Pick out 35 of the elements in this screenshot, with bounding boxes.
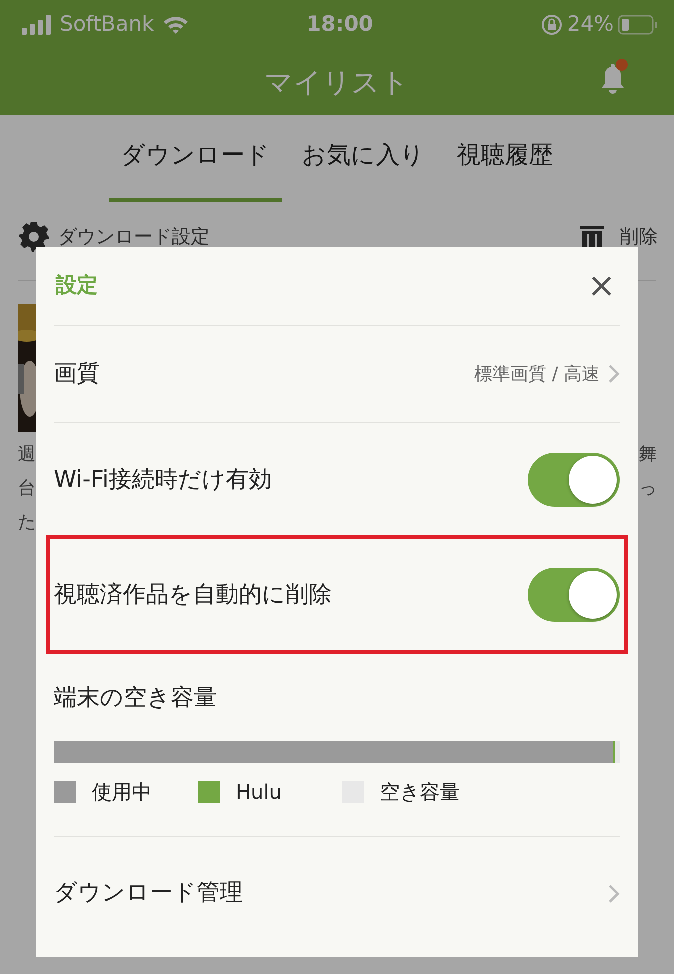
setting-label: Wi-Fi接続時だけ有効: [54, 466, 272, 495]
signal-icon: [22, 15, 52, 35]
delete-link[interactable]: 削除: [620, 222, 658, 252]
toggle-switch[interactable]: [528, 568, 620, 622]
description-text: た: [18, 511, 36, 535]
page-title: マイリスト: [264, 64, 410, 100]
chevron-right-icon[interactable]: [608, 884, 620, 904]
legend-label: Hulu: [236, 779, 282, 806]
setting-value: 標準画質 / 高速: [474, 362, 600, 386]
carrier-name: SoftBank: [60, 11, 154, 38]
tab[interactable]: お気に入り: [290, 115, 437, 202]
close-button[interactable]: ×: [586, 269, 618, 303]
description-text: っ: [639, 477, 657, 501]
battery-percent: 24%: [567, 11, 614, 38]
description-text: 台: [18, 477, 36, 501]
toggle-switch[interactable]: [528, 453, 620, 507]
setting-label: 端末の空き容量: [54, 684, 218, 713]
chevron-right-icon[interactable]: [608, 364, 620, 384]
setting-label: 視聴済作品を自動的に削除: [54, 580, 332, 610]
tab[interactable]: 視聴履歴: [445, 115, 565, 202]
rotation-lock-icon: [541, 14, 564, 36]
setting-label: ダウンロード管理: [54, 879, 243, 908]
clock: 18:00: [306, 11, 374, 38]
description-text: 舞: [639, 443, 657, 467]
download-settings-link[interactable]: ダウンロード設定: [58, 222, 210, 252]
gear-icon[interactable]: [18, 221, 50, 253]
description-text: 週: [18, 443, 36, 467]
wifi-icon: [162, 15, 190, 35]
legend-label: 使用中: [92, 779, 152, 806]
setting-label: 画質: [54, 360, 100, 389]
setting-row[interactable]: 画質 標準画質 / 高速: [54, 325, 620, 422]
setting-row[interactable]: ダウンロード管理: [54, 836, 620, 950]
dialog-title: 設定: [56, 272, 98, 300]
tab[interactable]: ダウンロード: [109, 115, 282, 202]
legend-label: 空き容量: [380, 779, 460, 806]
